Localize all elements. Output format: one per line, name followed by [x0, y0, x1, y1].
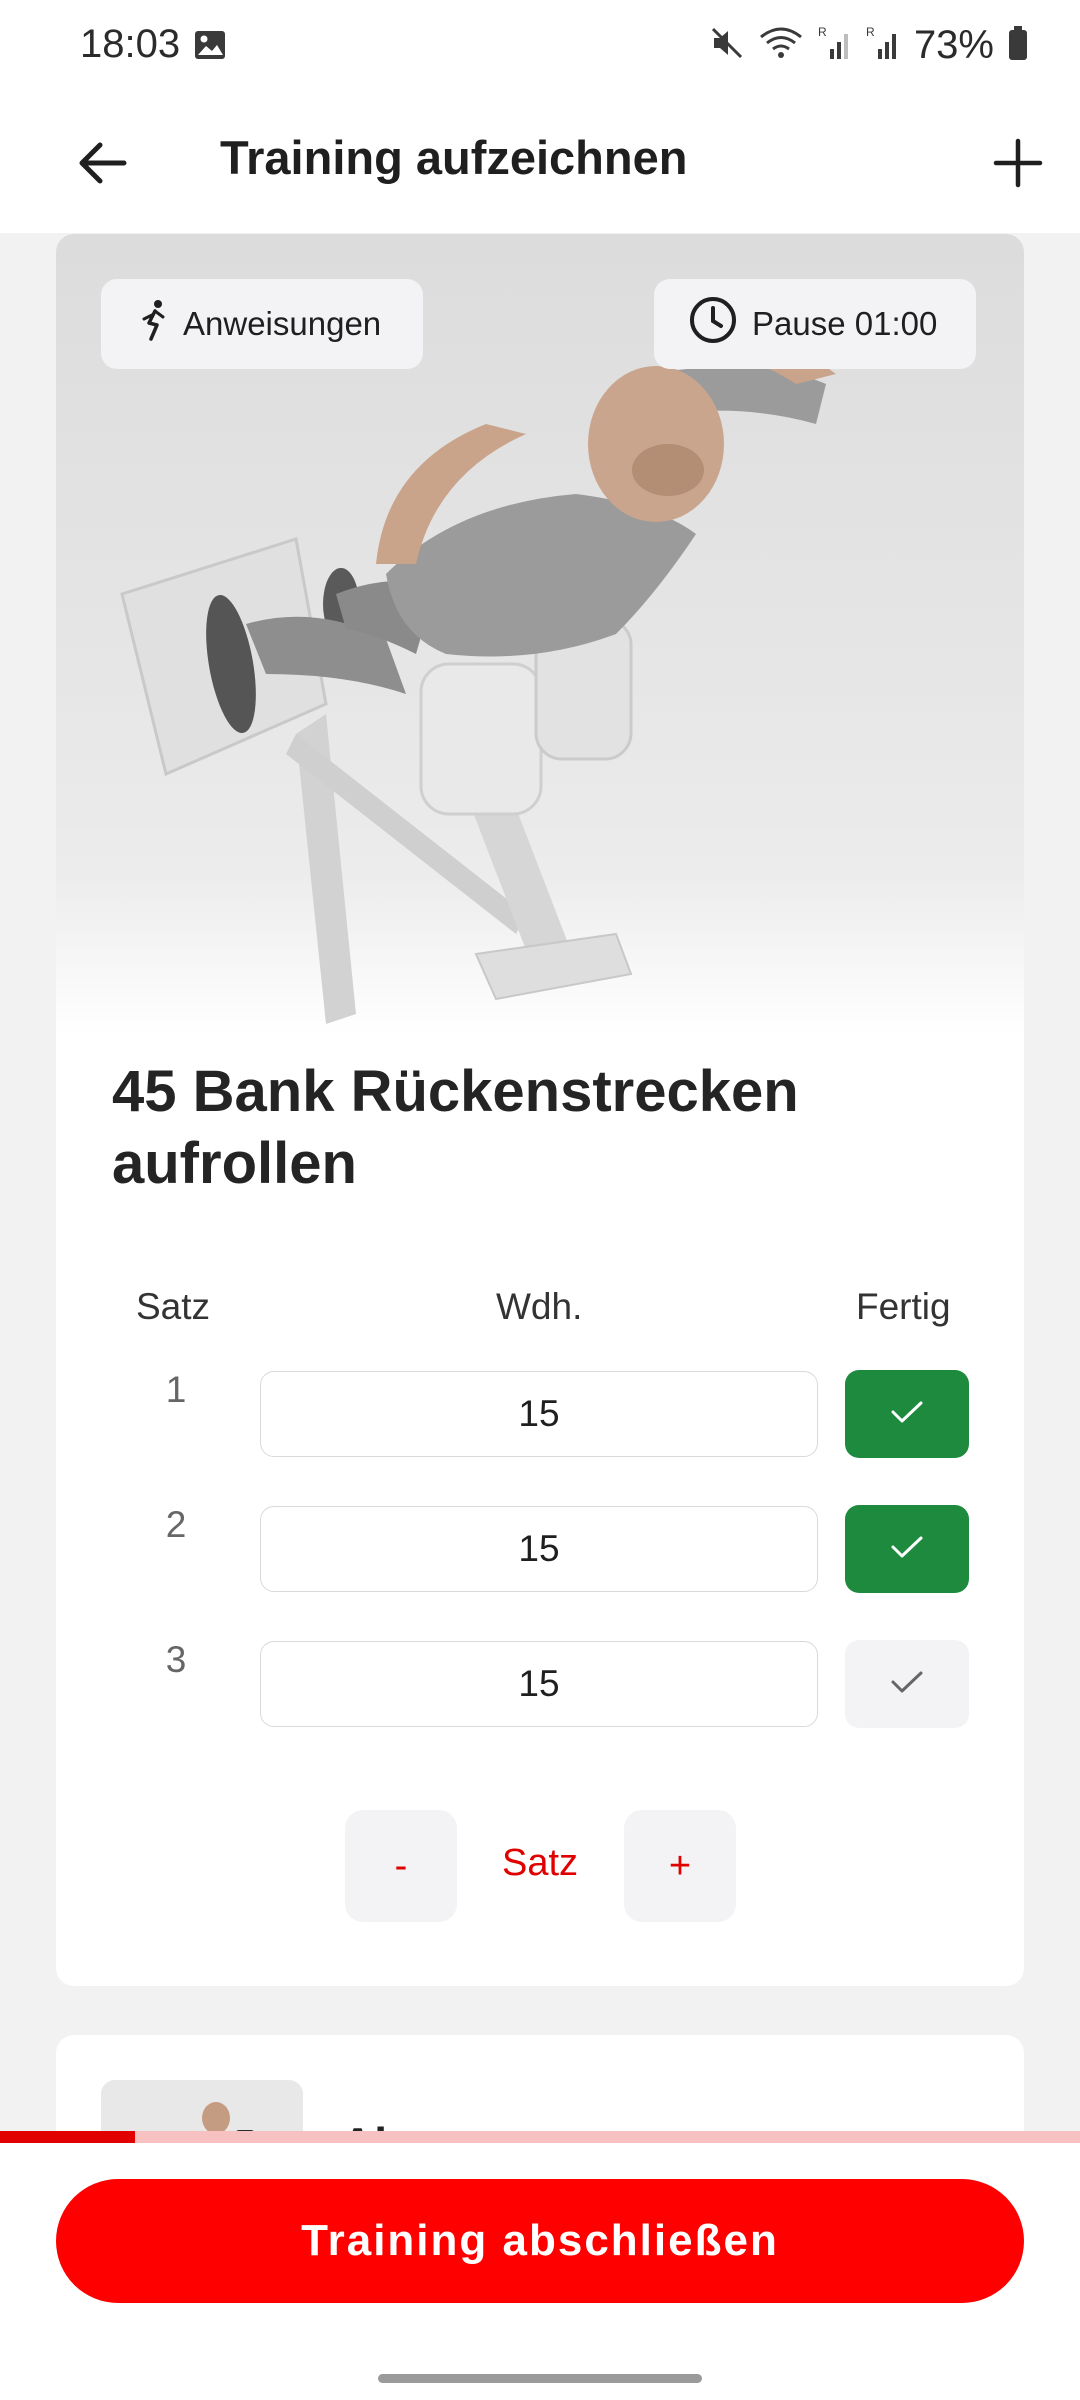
image-icon	[193, 29, 227, 61]
status-bar: 18:03 R R 73%	[0, 0, 1080, 95]
set-number: 2	[165, 1504, 187, 1545]
set-stepper-label: Satz	[501, 1842, 579, 1884]
reps-input[interactable]: 15	[260, 1371, 818, 1457]
check-icon	[887, 1667, 927, 1702]
plus-icon	[992, 137, 1044, 194]
svg-text:R: R	[818, 25, 827, 39]
reps-input[interactable]: 15	[260, 1506, 818, 1592]
pause-timer-button[interactable]: Pause 01:00	[654, 279, 976, 369]
exercise-title: 45 Bank Rückenstrecken aufrollen	[112, 1056, 972, 1200]
status-icons: R R 73%	[710, 20, 1028, 70]
reps-input[interactable]: 15	[260, 1641, 818, 1727]
instructions-button[interactable]: Anweisungen	[101, 279, 423, 369]
status-time: 18:03	[80, 22, 181, 66]
exercise-title-line: aufrollen	[112, 1131, 357, 1196]
check-icon	[887, 1532, 927, 1567]
app-bar: Training aufzeichnen	[0, 95, 1080, 233]
home-indicator[interactable]	[378, 2374, 702, 2383]
signal-icon: R	[866, 25, 900, 66]
svg-text:R: R	[866, 25, 875, 39]
workout-progress-fill	[0, 2131, 135, 2143]
exercise-image: Anweisungen Pause 01:00	[56, 234, 1024, 1034]
pause-label: Pause 01:00	[752, 305, 938, 342]
set-number: 1	[165, 1369, 187, 1410]
set-done-checkbox[interactable]	[845, 1370, 969, 1458]
exercise-title-line: 45 Bank Rückenstrecken	[112, 1059, 799, 1124]
column-header-done: Fertig	[856, 1286, 951, 1327]
mute-icon	[710, 26, 744, 65]
instructions-label: Anweisungen	[183, 305, 382, 342]
exercise-card: Anweisungen Pause 01:00 45 Bank Rückenst…	[56, 234, 1024, 1986]
set-number: 3	[165, 1639, 187, 1680]
column-header-reps: Wdh.	[496, 1286, 583, 1327]
clock-icon	[688, 295, 738, 353]
page-title: Training aufzeichnen	[220, 131, 688, 184]
set-done-checkbox[interactable]	[845, 1505, 969, 1593]
column-header-set: Satz	[136, 1286, 211, 1327]
running-person-icon	[139, 299, 169, 349]
set-done-checkbox[interactable]	[845, 1640, 969, 1728]
battery-icon	[1008, 25, 1028, 66]
workout-progress-bar	[0, 2131, 1080, 2143]
battery-percent: 73%	[913, 22, 994, 67]
back-button[interactable]	[62, 125, 142, 205]
wifi-icon	[758, 25, 804, 66]
arrow-left-icon	[74, 135, 130, 196]
add-button[interactable]	[978, 125, 1058, 205]
add-set-button[interactable]: +	[624, 1810, 736, 1922]
signal-icon: R	[818, 25, 852, 66]
finish-training-button[interactable]: Training abschließen	[56, 2179, 1024, 2303]
check-icon	[887, 1397, 927, 1432]
